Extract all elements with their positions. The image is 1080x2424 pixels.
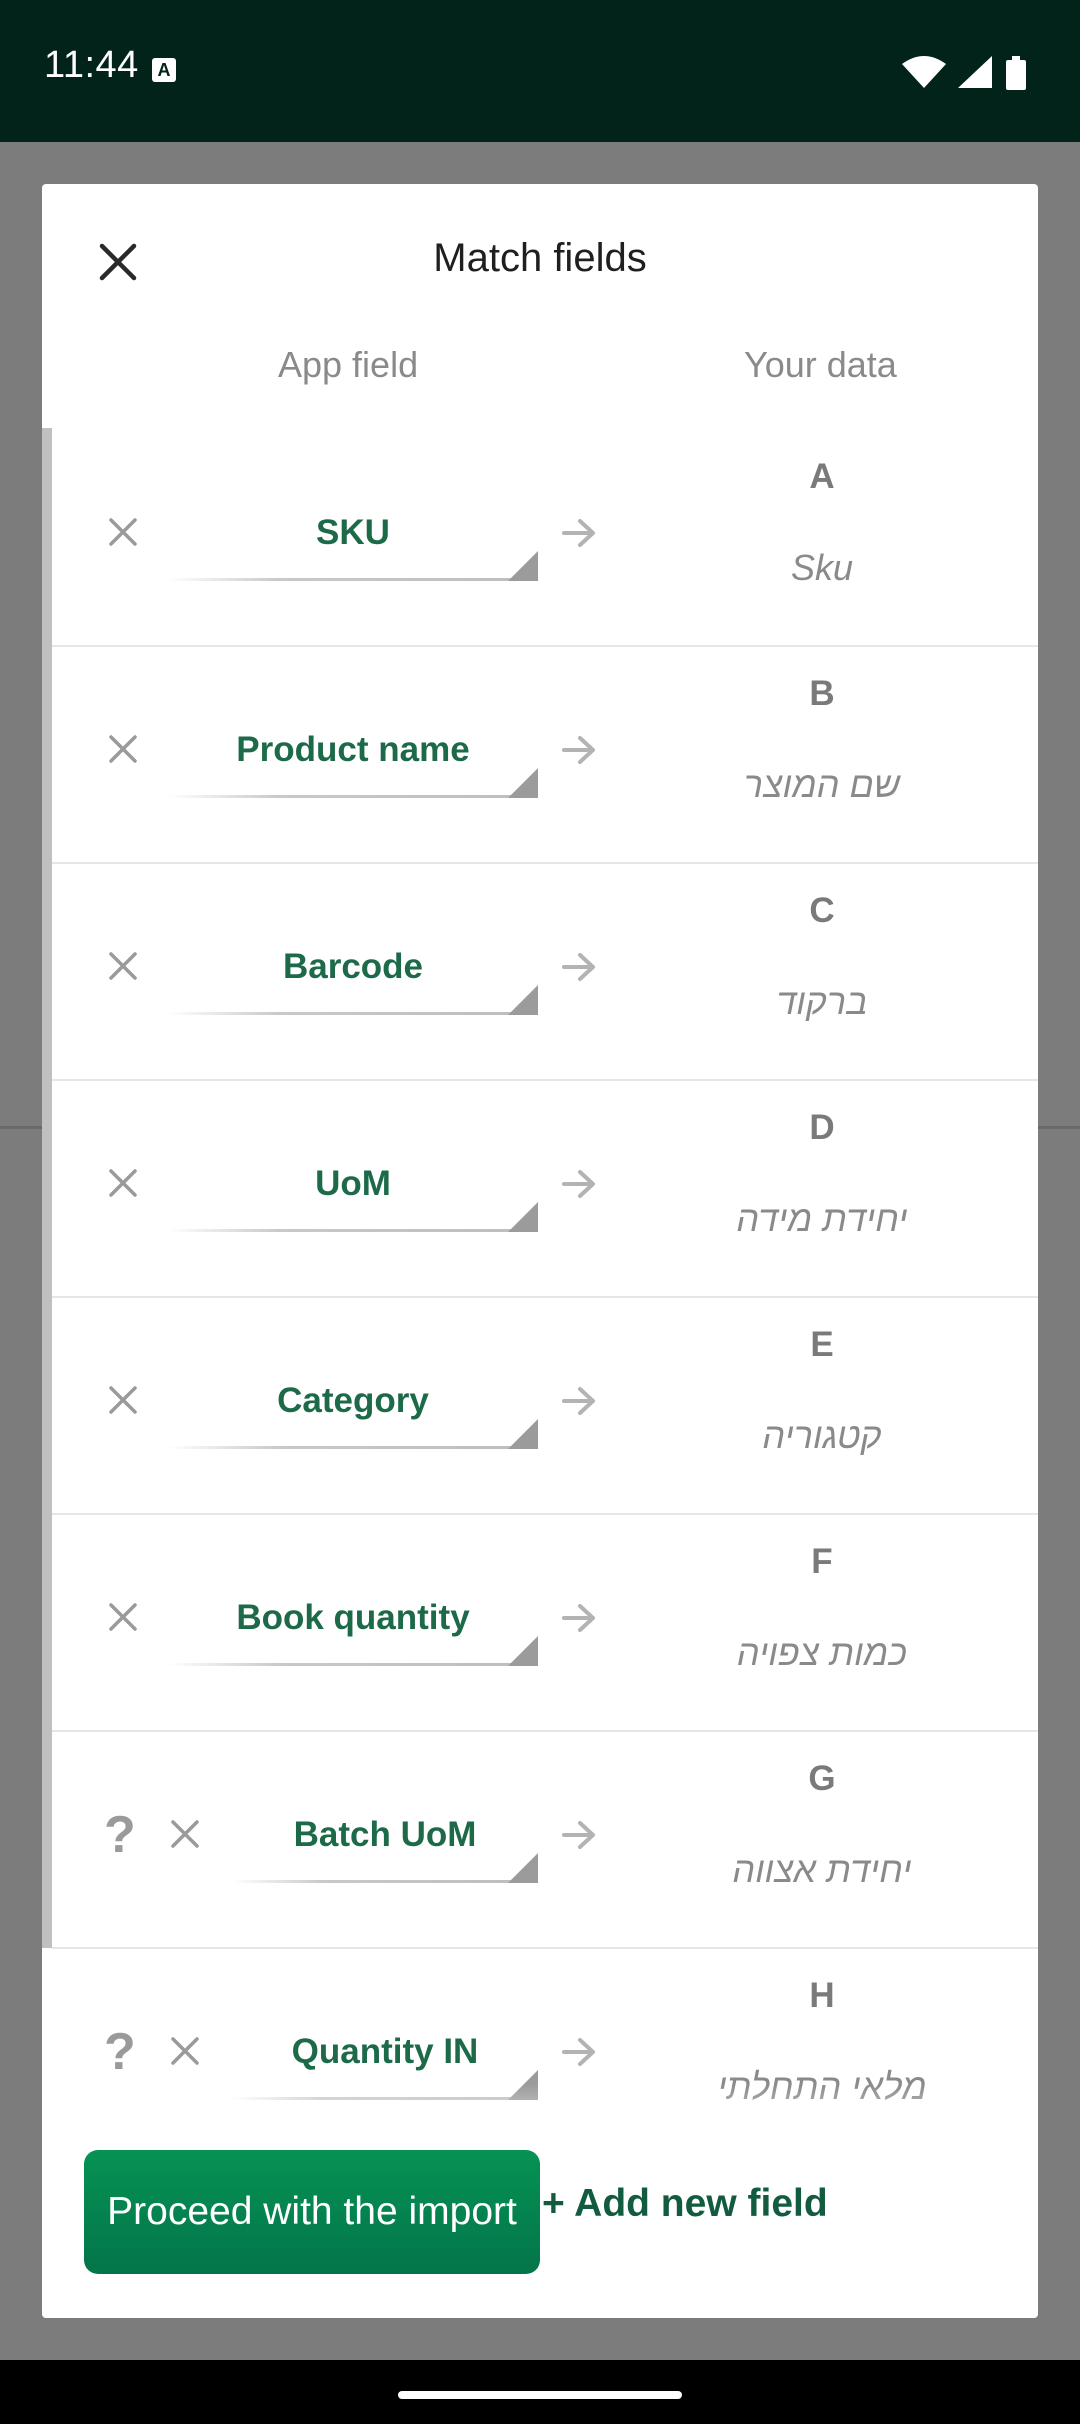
data-column-sample: יחידת אצווה [732, 1849, 912, 1890]
select-underline [168, 1446, 538, 1449]
cell-signal-icon [958, 56, 992, 88]
navigation-bar [0, 2360, 1080, 2424]
wifi-icon [902, 56, 946, 88]
select-underline [168, 1663, 538, 1666]
mapping-row: SKU A Sku [52, 429, 1038, 647]
column-header-app-field: App field [278, 344, 419, 385]
field-mapping-list[interactable]: SKU A Sku Product name B שם המוצר Barcod [42, 429, 1038, 2318]
data-column-letter: A [809, 457, 835, 496]
battery-icon [1006, 56, 1026, 90]
status-icons [902, 56, 1026, 90]
remove-icon[interactable] [166, 2032, 204, 2070]
mapping-row: Barcode C ברקוד [52, 863, 1038, 1081]
remove-icon[interactable] [104, 1598, 142, 1636]
mapping-row: Category E קטגוריה [52, 1297, 1038, 1515]
arrow-right-icon [562, 1387, 595, 1415]
app-field-select[interactable]: Category [168, 1359, 538, 1449]
data-column-letter: F [811, 1542, 833, 1581]
arrow-right-icon [562, 519, 595, 547]
arrow-right-icon [562, 1170, 595, 1198]
app-field-select[interactable]: Product name [168, 708, 538, 798]
arrow-right-icon [562, 736, 595, 764]
app-field-select[interactable]: UoM [168, 1142, 538, 1232]
arrow-right-icon [562, 953, 595, 981]
remove-icon[interactable] [104, 1381, 142, 1419]
select-underline [168, 1012, 538, 1015]
data-column-sample: שם המוצר [743, 764, 901, 805]
app-field-select[interactable]: Batch UoM [232, 1793, 538, 1883]
app-field-value: Category [277, 1381, 429, 1420]
scrollbar[interactable] [42, 428, 52, 1948]
data-column-sample: Sku [790, 547, 854, 588]
proceed-import-button[interactable]: Proceed with the import [84, 2150, 540, 2274]
remove-icon[interactable] [104, 947, 142, 985]
dropdown-corner-icon [508, 985, 538, 1015]
data-column-sample: קטגוריה [762, 1415, 882, 1456]
dropdown-corner-icon [508, 1853, 538, 1883]
data-column-letter: H [809, 1976, 835, 2015]
data-column-sample: כמות צפויה [736, 1632, 908, 1673]
app-field-select[interactable]: Barcode [168, 925, 538, 1015]
arrow-right-icon [562, 1604, 595, 1632]
data-column-letter: D [809, 1108, 835, 1147]
status-time: 11:44 [44, 44, 139, 86]
data-column-sample: יחידת מידה [736, 1198, 908, 1239]
a-icon: A [152, 58, 176, 82]
dialog-title: Match fields [433, 236, 647, 280]
dropdown-corner-icon [508, 768, 538, 798]
dropdown-corner-icon [508, 1636, 538, 1666]
column-header-your-data: Your data [744, 344, 897, 385]
arrow-right-icon [562, 2038, 595, 2066]
mapping-row: Product name B שם המוצר [52, 646, 1038, 864]
select-underline [232, 1880, 538, 1883]
app-field-value: Barcode [282, 947, 424, 986]
remove-icon[interactable] [104, 730, 142, 768]
app-field-value: Batch UoM [293, 1815, 477, 1854]
app-field-value: Product name [236, 730, 470, 769]
arrow-right-icon [562, 1821, 595, 1849]
select-underline [168, 578, 538, 581]
remove-icon[interactable] [104, 513, 142, 551]
mapping-row: ? Batch UoM G יחידת אצווה [52, 1731, 1038, 1949]
app-field-value: Book quantity [236, 1598, 470, 1637]
mapping-row: UoM D יחידת מידה [52, 1080, 1038, 1298]
app-field-value: UoM [315, 1164, 391, 1203]
dropdown-corner-icon [508, 1419, 538, 1449]
dropdown-corner-icon [508, 551, 538, 581]
mapping-row: Book quantity F כמות צפויה [52, 1514, 1038, 1732]
remove-icon[interactable] [104, 1164, 142, 1202]
app-field-value: SKU [316, 513, 390, 552]
app-field-select[interactable]: SKU [168, 491, 538, 581]
data-column-letter: E [810, 1325, 834, 1364]
dropdown-corner-icon [508, 1202, 538, 1232]
help-icon[interactable]: ? [104, 2026, 136, 2078]
match-fields-dialog: Match fields App field Your data SKU A S… [42, 184, 1038, 2318]
help-icon[interactable]: ? [104, 1809, 136, 1861]
remove-icon[interactable] [166, 1815, 204, 1853]
home-handle[interactable] [398, 2391, 682, 2399]
select-underline [168, 795, 538, 798]
data-column-letter: C [809, 891, 835, 930]
data-column-letter: B [809, 674, 835, 713]
data-column-letter: G [808, 1759, 836, 1798]
data-column-sample: ברקוד [776, 981, 868, 1022]
app-field-select[interactable]: Book quantity [168, 1576, 538, 1666]
app-field-value: Quantity IN [291, 2032, 479, 2071]
select-underline [168, 1229, 538, 1232]
status-bar: 11:44 A [0, 0, 1080, 142]
add-new-field-button[interactable]: + Add new field [542, 2182, 828, 2226]
